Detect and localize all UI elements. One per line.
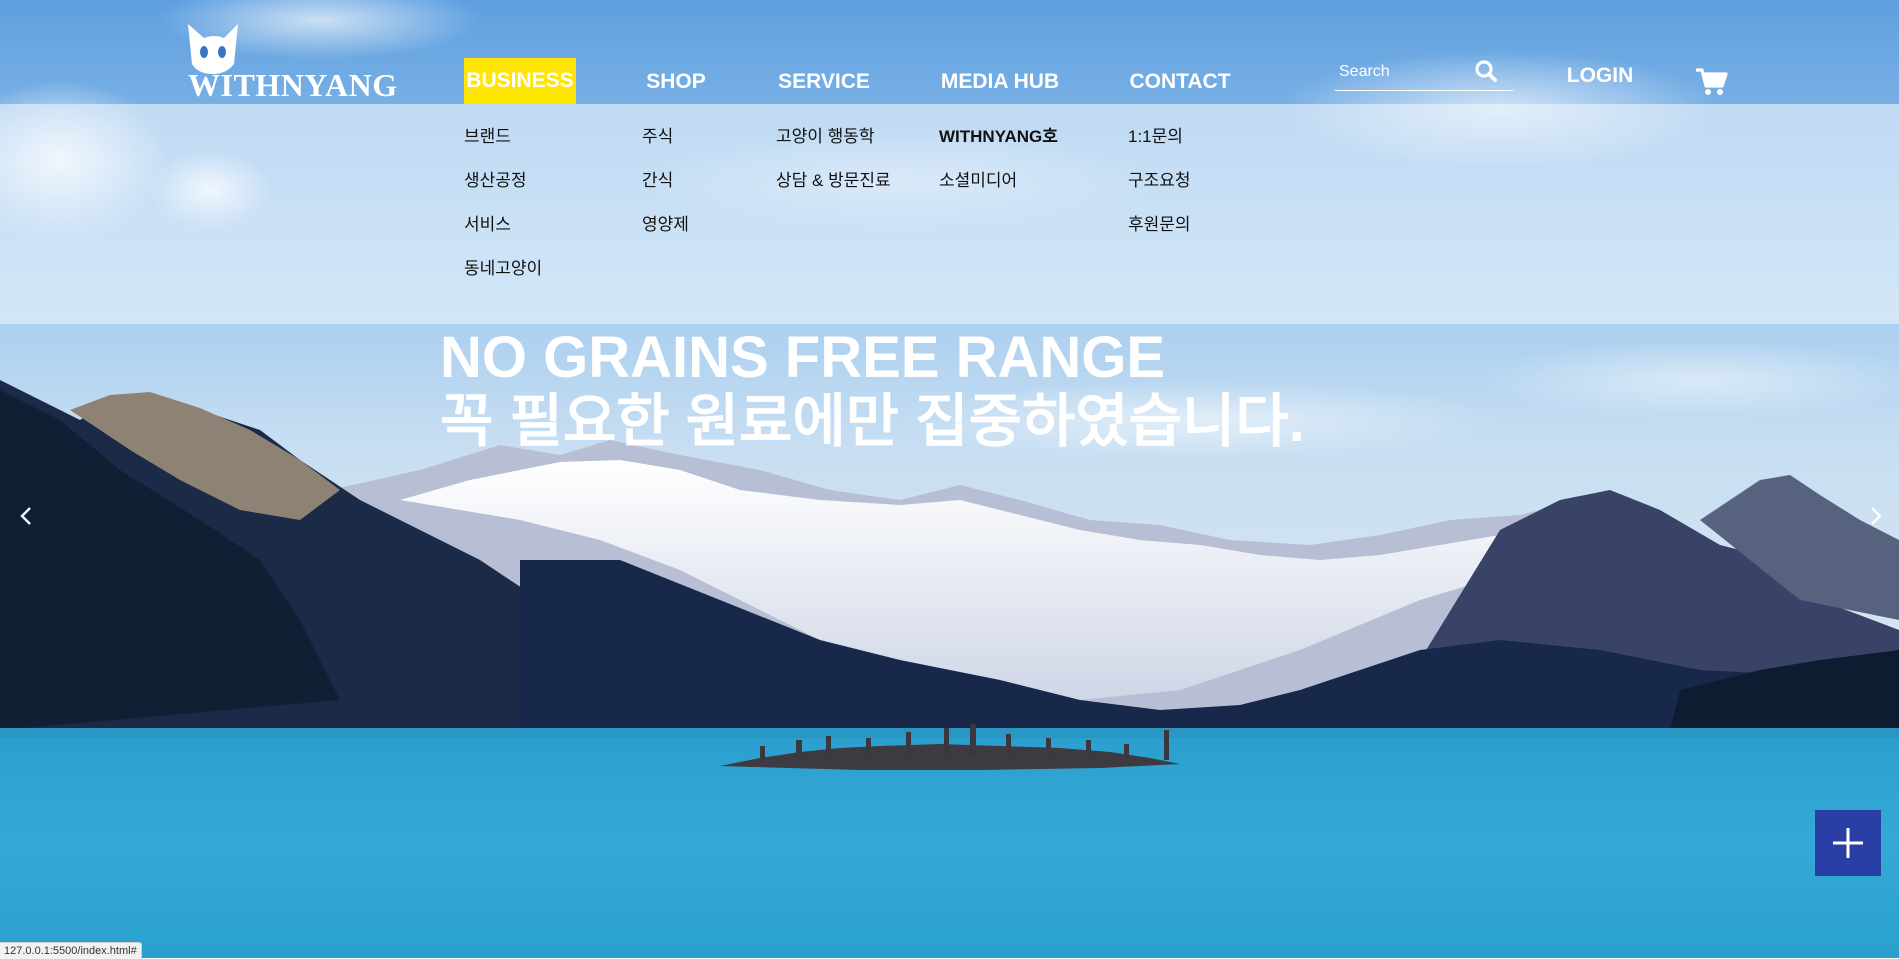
submenu-production[interactable]: 생산공정 (464, 166, 527, 196)
plus-icon (1833, 828, 1863, 858)
nav-business[interactable]: BUSINESS (464, 58, 576, 104)
chevron-left-icon (20, 507, 31, 525)
submenu-service[interactable]: 서비스 (464, 210, 511, 240)
search-icon (1475, 60, 1497, 82)
withnyang-logo[interactable]: WITHNYANG (186, 20, 422, 103)
nav-media-hub[interactable]: MEDIA HUB (934, 60, 1066, 104)
mega-menu-dropdown: 브랜드 생산공정 서비스 동네고양이 주식 간식 영양제 고양이 행동학 상담 … (0, 104, 1899, 324)
slider-prev-button[interactable] (6, 496, 46, 536)
submenu-cat-behavior[interactable]: 고양이 행동학 (776, 122, 875, 152)
cart-icon (1696, 68, 1728, 95)
submenu-consult-visit[interactable]: 상담 & 방문진료 (776, 166, 891, 196)
submenu-neighborhood-cat[interactable]: 동네고양이 (464, 254, 542, 284)
svg-text:WITHNYANG: WITHNYANG (188, 67, 398, 98)
submenu-supplement[interactable]: 영양제 (642, 210, 689, 240)
search-input[interactable] (1337, 56, 1471, 88)
cat-logo-icon: WITHNYANG (188, 24, 398, 103)
search-box (1335, 56, 1513, 91)
submenu-withnyang-issue[interactable]: WITHNYANG호 (939, 122, 1058, 152)
cart-button[interactable] (1692, 64, 1730, 98)
hero-headline: NO GRAINS FREE RANGE 꼭 필요한 원료에만 집중하였습니다. (440, 326, 1440, 454)
chevron-right-icon (1871, 507, 1882, 525)
submenu-one-on-one[interactable]: 1:1문의 (1128, 122, 1183, 152)
nav-service[interactable]: SERVICE (770, 60, 878, 104)
nav-contact[interactable]: CONTACT (1116, 60, 1244, 104)
floating-plus-button[interactable] (1815, 810, 1881, 876)
site-header: WITHNYANG BUSINESS SHOP SERVICE MEDIA HU… (0, 0, 1899, 104)
browser-status-url: 127.0.0.1:5500/index.html# (0, 942, 142, 959)
login-link[interactable]: LOGIN (1560, 60, 1640, 92)
slider-next-button[interactable] (1856, 496, 1896, 536)
submenu-social-media[interactable]: 소셜미디어 (939, 166, 1017, 196)
submenu-brand[interactable]: 브랜드 (464, 122, 511, 152)
hero-title: NO GRAINS FREE RANGE (440, 325, 1166, 390)
nav-shop[interactable]: SHOP (624, 60, 728, 104)
search-button[interactable] (1467, 56, 1507, 88)
submenu-snack[interactable]: 간식 (642, 166, 673, 196)
hero-subtitle: 꼭 필요한 원료에만 집중하였습니다. (440, 389, 1305, 454)
submenu-rescue-request[interactable]: 구조요청 (1128, 166, 1191, 196)
submenu-main-food[interactable]: 주식 (642, 122, 673, 152)
submenu-sponsorship[interactable]: 후원문의 (1128, 210, 1191, 240)
